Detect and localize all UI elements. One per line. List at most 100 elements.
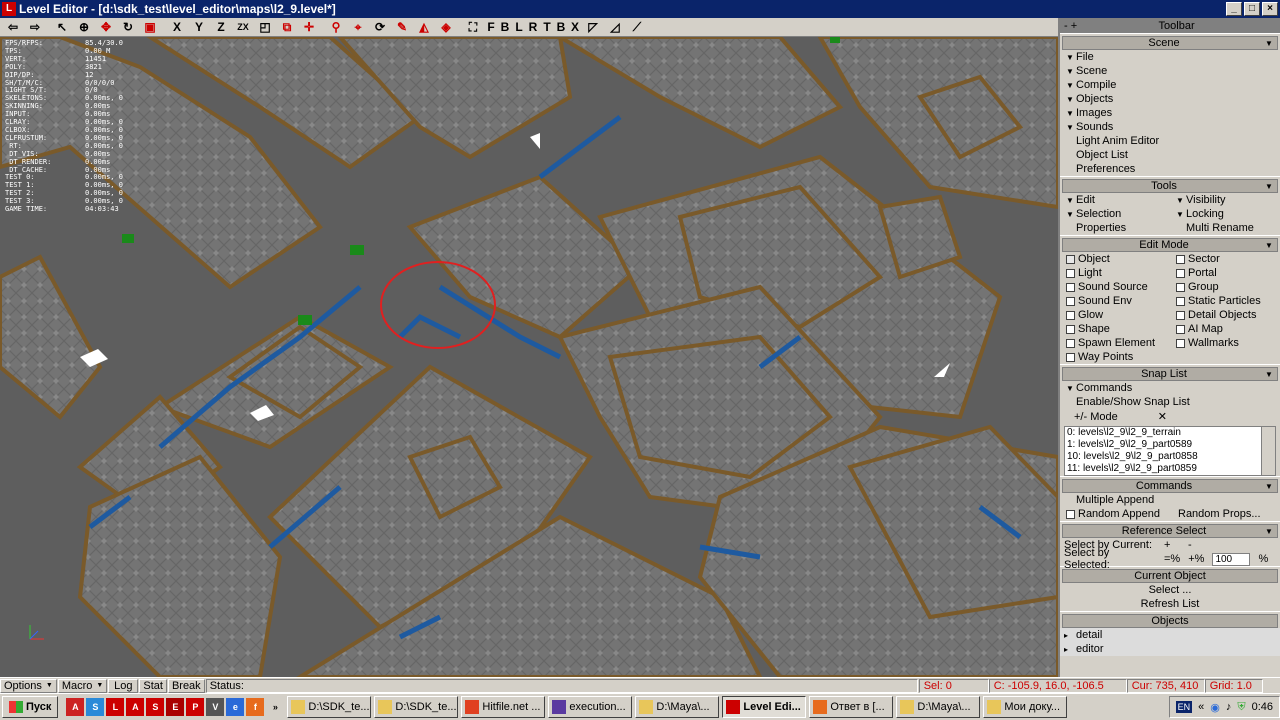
edit-mode-way-points[interactable]: Way Points (1060, 350, 1170, 364)
edit-mode-spawn-element[interactable]: Spawn Element (1060, 336, 1170, 350)
view-left-button[interactable]: L (512, 19, 526, 36)
perspective-icon[interactable]: ◸ (582, 19, 604, 36)
tools-multi-rename[interactable]: Multi Rename (1170, 221, 1280, 235)
explorer-quicklaunch-icon[interactable]: e (226, 698, 245, 716)
commands-header[interactable]: Commands ▼ (1062, 479, 1278, 493)
edit-mode-light[interactable]: Light (1060, 266, 1170, 280)
move-snap-icon[interactable]: ✎ (391, 19, 413, 36)
checkbox[interactable] (1176, 310, 1185, 320)
checkbox[interactable] (1176, 282, 1185, 292)
break-button[interactable]: Break (167, 678, 205, 693)
minimize-button[interactable]: _ (1226, 2, 1242, 16)
objects-tree-item-editor[interactable]: ▸ editor (1060, 642, 1280, 656)
back-arrow-icon[interactable]: ⇦ (2, 19, 24, 36)
taskbar-button[interactable]: D:\SDK_te... (287, 696, 372, 718)
snap-commands[interactable]: ▼ Commands (1060, 381, 1280, 395)
grid-snap-icon[interactable]: ✛ (298, 19, 320, 36)
edit-mode-detail-objects[interactable]: Detail Objects (1170, 308, 1280, 322)
expand-icon[interactable]: ▸ (1064, 645, 1076, 654)
scene-item-compile[interactable]: ▼ Compile (1060, 78, 1280, 92)
view-back-button[interactable]: B (498, 19, 512, 36)
enable-snap-list-link[interactable]: Enable/Show Snap List (1060, 395, 1280, 409)
view-reset-button[interactable]: X (568, 19, 582, 36)
edit-mode-ai-map[interactable]: AI Map (1170, 322, 1280, 336)
visual-editor-quicklaunch-icon[interactable]: V (206, 698, 225, 716)
volume-icon[interactable]: ♪ (1226, 701, 1232, 713)
network-icon[interactable]: ◉ (1210, 701, 1220, 714)
edit-mode-portal[interactable]: Portal (1170, 266, 1280, 280)
checkbox[interactable] (1066, 352, 1075, 362)
edit-mode-static-particles[interactable]: Static Particles (1170, 294, 1280, 308)
checkbox[interactable] (1066, 324, 1075, 334)
select-current-plus-button[interactable]: + (1164, 539, 1180, 551)
tools-edit[interactable]: ▼ Edit (1060, 193, 1170, 207)
move-icon[interactable]: ✥ (95, 19, 117, 36)
checkbox[interactable] (1066, 296, 1075, 306)
csg-icon[interactable]: ◰ (254, 19, 276, 36)
panel-collapse-buttons[interactable]: - + (1064, 20, 1077, 32)
checkbox[interactable] (1176, 338, 1185, 348)
select-selected-minus-button[interactable]: =% (1164, 553, 1180, 565)
edit-mode-shape[interactable]: Shape (1060, 322, 1170, 336)
tools-properties[interactable]: Properties (1060, 221, 1170, 235)
stat-button[interactable]: Stat (139, 678, 167, 693)
tools-locking[interactable]: ▼ Locking (1170, 207, 1280, 221)
view-right-button[interactable]: R (526, 19, 540, 36)
preferences-link[interactable]: Preferences (1060, 162, 1280, 176)
select-cursor-icon[interactable]: ↖ (51, 19, 73, 36)
macro-menu-button[interactable]: Macro ▼ (57, 678, 108, 693)
objects-tree-item-detail[interactable]: ▸ detail (1060, 628, 1280, 642)
checkbox[interactable] (1066, 282, 1075, 292)
snap-list-header[interactable]: Snap List ▼ (1062, 367, 1278, 381)
snap-list-scrollbar[interactable] (1261, 427, 1275, 475)
view-top-button[interactable]: T (540, 19, 554, 36)
multiple-append-button[interactable]: Multiple Append (1060, 493, 1280, 507)
rotate-icon[interactable]: ↻ (117, 19, 139, 36)
free-camera-icon[interactable]: ◿ (604, 19, 626, 36)
checkbox[interactable] (1066, 268, 1075, 278)
snap-box-icon[interactable]: ⧉ (276, 19, 298, 36)
checkbox[interactable] (1066, 338, 1075, 348)
editor-quicklaunch-icon[interactable]: E (166, 698, 185, 716)
vertex-snap-icon[interactable]: ⌖ (347, 19, 369, 36)
edit-mode-sector[interactable]: Sector (1170, 252, 1280, 266)
edit-mode-object[interactable]: Object (1060, 252, 1170, 266)
scale-icon[interactable]: ▣ (139, 19, 161, 36)
tools-visibility[interactable]: ▼ Visibility (1170, 193, 1280, 207)
select-selected-plus-button[interactable]: +% (1188, 553, 1204, 565)
tools-selection[interactable]: ▼ Selection (1060, 207, 1170, 221)
taskbar-button[interactable]: Ответ в [... (809, 696, 894, 718)
add-object-icon[interactable]: ⊕ (73, 19, 95, 36)
axis-y-button[interactable]: Y (188, 19, 210, 36)
edit-mode-group[interactable]: Group (1170, 280, 1280, 294)
edit-mode-glow[interactable]: Glow (1060, 308, 1170, 322)
normal-snap-icon[interactable]: ◭ (413, 19, 435, 36)
list-item[interactable]: 11: levels\l2_9\l2_9_part0859 (1065, 463, 1245, 475)
snap-list[interactable]: 0: levels\l2_9\l2_9_terrain 1: levels\l2… (1064, 426, 1276, 476)
scene-item-images[interactable]: ▼ Images (1060, 106, 1280, 120)
taskbar-button[interactable]: execution... (548, 696, 633, 718)
rotate-snap-icon[interactable]: ⟳ (369, 19, 391, 36)
taskbar-button[interactable]: D:\SDK_te... (374, 696, 459, 718)
start-button[interactable]: Пуск (2, 696, 59, 718)
security-icon[interactable]: ⛨ (1237, 701, 1245, 714)
view-front-button[interactable]: F (484, 19, 498, 36)
list-item[interactable]: 1: levels\l2_9\l2_9_part0589 (1065, 439, 1245, 451)
level-editor-quicklaunch-icon[interactable]: L (106, 698, 125, 716)
object-list-link[interactable]: Object List (1060, 148, 1280, 162)
clear-snap-button[interactable]: ✕ (1158, 410, 1167, 423)
options-menu-button[interactable]: Options ▼ (0, 678, 57, 693)
axis-z-button[interactable]: Z (210, 19, 232, 36)
taskbar-button[interactable]: D:\Maya\... (896, 696, 981, 718)
scene-item-sounds[interactable]: ▼ Sounds (1060, 120, 1280, 134)
zoom-extent-icon[interactable]: ⛶ (462, 19, 484, 36)
current-object-header[interactable]: Current Object (1062, 569, 1278, 583)
taskbar-button[interactable]: Мои доку... (983, 696, 1068, 718)
edit-mode-header[interactable]: Edit Mode ▼ (1062, 238, 1278, 252)
axis-zx-button[interactable]: ZX (232, 19, 254, 36)
tray-expand-button[interactable]: « (1198, 701, 1204, 713)
view-bottom-button[interactable]: B (554, 19, 568, 36)
taskbar-button[interactable]: Hitfile.net ... (461, 696, 546, 718)
objects-header[interactable]: Objects (1062, 614, 1278, 628)
adobe-quicklaunch-icon[interactable]: A (126, 698, 145, 716)
